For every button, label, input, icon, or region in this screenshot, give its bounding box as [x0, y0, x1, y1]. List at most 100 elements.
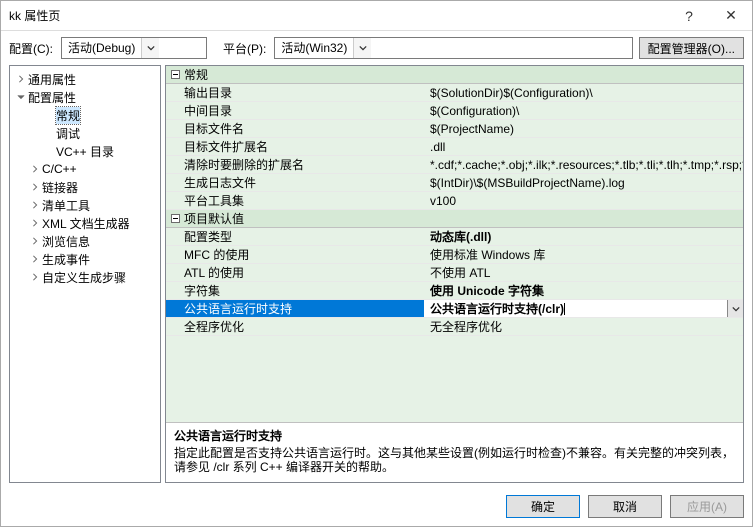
property-row[interactable]: 中间目录$(Configuration)\: [166, 102, 743, 120]
chevron-right-icon: [28, 273, 42, 281]
chevron-right-icon: [28, 255, 42, 263]
property-name: 平台工具集: [166, 192, 424, 209]
chevron-down-icon: [14, 93, 28, 101]
chevron-right-icon: [28, 219, 42, 227]
tree-item-label: 链接器: [42, 179, 78, 196]
property-value[interactable]: 不使用 ATL: [424, 264, 743, 281]
tree-item-label: 通用属性: [28, 71, 76, 88]
tree-item-label: VC++ 目录: [56, 143, 114, 160]
dialog-footer: 确定 取消 应用(A): [1, 487, 752, 526]
grid-empty-area: [166, 336, 743, 422]
property-name: ATL 的使用: [166, 264, 424, 281]
property-value[interactable]: 公共语言运行时支持(/clr): [424, 300, 727, 317]
property-value[interactable]: *.cdf;*.cache;*.obj;*.ilk;*.resources;*.…: [424, 156, 743, 173]
platform-label: 平台(P):: [223, 40, 266, 57]
property-page-window: kk 属性页 ? ✕ 配置(C): 活动(Debug) 平台(P): 活动(Wi…: [0, 0, 753, 527]
property-row[interactable]: MFC 的使用使用标准 Windows 库: [166, 246, 743, 264]
property-row[interactable]: ATL 的使用不使用 ATL: [166, 264, 743, 282]
ok-button[interactable]: 确定: [506, 495, 580, 518]
property-row[interactable]: 全程序优化无全程序优化: [166, 318, 743, 336]
tree-item-label: 配置属性: [28, 89, 76, 106]
description-pane: 公共语言运行时支持 指定此配置是否支持公共语言运行时。这与其他某些设置(例如运行…: [166, 422, 743, 482]
chevron-down-icon: [141, 38, 159, 58]
property-row[interactable]: 配置类型动态库(.dll): [166, 228, 743, 246]
category-label: 常规: [184, 66, 208, 83]
property-value[interactable]: $(ProjectName): [424, 120, 743, 137]
nav-tree[interactable]: 通用属性配置属性常规调试VC++ 目录 C/C++ 链接器清单工具XML 文档生成器…: [9, 65, 161, 483]
property-value[interactable]: v100: [424, 192, 743, 209]
tree-item[interactable]: 调试: [12, 124, 158, 142]
config-toolbar: 配置(C): 活动(Debug) 平台(P): 活动(Win32) 配置管理器(…: [1, 31, 752, 65]
tree-item[interactable]: 链接器: [12, 178, 158, 196]
platform-value: 活动(Win32): [275, 38, 353, 58]
property-row[interactable]: 生成日志文件$(IntDir)\$(MSBuildProjectName).lo…: [166, 174, 743, 192]
property-value[interactable]: 使用标准 Windows 库: [424, 246, 743, 263]
tree-item[interactable]: VC++ 目录: [12, 142, 158, 160]
window-title: kk 属性页: [9, 7, 60, 24]
tree-item[interactable]: 通用属性: [12, 70, 158, 88]
property-name: 生成日志文件: [166, 174, 424, 191]
dropdown-button[interactable]: [727, 300, 743, 317]
tree-item-label: C/C++: [42, 162, 77, 176]
category-row[interactable]: 项目默认值: [166, 210, 743, 228]
tree-item-label: 浏览信息: [42, 233, 90, 250]
window-controls: ? ✕: [668, 1, 752, 31]
property-row[interactable]: 字符集使用 Unicode 字符集: [166, 282, 743, 300]
tree-item-label: 调试: [56, 125, 80, 142]
config-label: 配置(C):: [9, 40, 53, 57]
property-row[interactable]: 平台工具集v100: [166, 192, 743, 210]
property-value[interactable]: $(SolutionDir)$(Configuration)\: [424, 84, 743, 101]
property-name: 输出目录: [166, 84, 424, 101]
tree-item-label: 清单工具: [42, 197, 90, 214]
config-manager-button[interactable]: 配置管理器(O)...: [639, 37, 744, 59]
property-name: 配置类型: [166, 228, 424, 245]
property-row[interactable]: 公共语言运行时支持公共语言运行时支持(/clr): [166, 300, 743, 318]
help-button[interactable]: ?: [668, 1, 710, 31]
titlebar: kk 属性页 ? ✕: [1, 1, 752, 31]
tree-item[interactable]: 生成事件: [12, 250, 158, 268]
platform-combo[interactable]: 活动(Win32): [274, 37, 632, 59]
tree-item[interactable]: XML 文档生成器: [12, 214, 158, 232]
property-row[interactable]: 目标文件名$(ProjectName): [166, 120, 743, 138]
property-name: 全程序优化: [166, 318, 424, 335]
property-row[interactable]: 清除时要删除的扩展名*.cdf;*.cache;*.obj;*.ilk;*.re…: [166, 156, 743, 174]
content-area: 通用属性配置属性常规调试VC++ 目录C/C++链接器清单工具XML 文档生成器…: [1, 65, 752, 487]
property-value[interactable]: 动态库(.dll): [424, 228, 743, 245]
property-value[interactable]: $(Configuration)\: [424, 102, 743, 119]
config-combo[interactable]: 活动(Debug): [61, 37, 207, 59]
property-panel: 常规输出目录$(SolutionDir)$(Configuration)\中间目…: [165, 65, 744, 483]
apply-button[interactable]: 应用(A): [670, 495, 744, 518]
property-name: 字符集: [166, 282, 424, 299]
tree-item[interactable]: C/C++: [12, 160, 158, 178]
property-value[interactable]: 使用 Unicode 字符集: [424, 282, 743, 299]
tree-item-label: 自定义生成步骤: [42, 269, 126, 286]
property-row[interactable]: 输出目录$(SolutionDir)$(Configuration)\: [166, 84, 743, 102]
description-title: 公共语言运行时支持: [174, 427, 735, 444]
property-value[interactable]: 无全程序优化: [424, 318, 743, 335]
property-value[interactable]: $(IntDir)\$(MSBuildProjectName).log: [424, 174, 743, 191]
property-name: 清除时要删除的扩展名: [166, 156, 424, 173]
category-label: 项目默认值: [184, 210, 244, 227]
close-button[interactable]: ✕: [710, 1, 752, 31]
property-row[interactable]: 目标文件扩展名.dll: [166, 138, 743, 156]
property-name: 中间目录: [166, 102, 424, 119]
property-grid[interactable]: 常规输出目录$(SolutionDir)$(Configuration)\中间目…: [166, 66, 743, 422]
property-value[interactable]: .dll: [424, 138, 743, 155]
tree-item-label: XML 文档生成器: [42, 215, 130, 232]
property-name: 公共语言运行时支持: [166, 300, 424, 317]
tree-item[interactable]: 常规: [12, 106, 158, 124]
tree-item-label: 生成事件: [42, 251, 90, 268]
chevron-down-icon: [353, 38, 371, 58]
property-name: 目标文件名: [166, 120, 424, 137]
tree-item[interactable]: 自定义生成步骤: [12, 268, 158, 286]
chevron-right-icon: [28, 183, 42, 191]
tree-item[interactable]: 清单工具: [12, 196, 158, 214]
category-row[interactable]: 常规: [166, 66, 743, 84]
tree-item[interactable]: 配置属性: [12, 88, 158, 106]
chevron-right-icon: [28, 165, 42, 173]
collapse-icon: [166, 70, 184, 79]
cancel-button[interactable]: 取消: [588, 495, 662, 518]
collapse-icon: [166, 214, 184, 223]
tree-item-label: 常规: [56, 107, 80, 124]
tree-item[interactable]: 浏览信息: [12, 232, 158, 250]
